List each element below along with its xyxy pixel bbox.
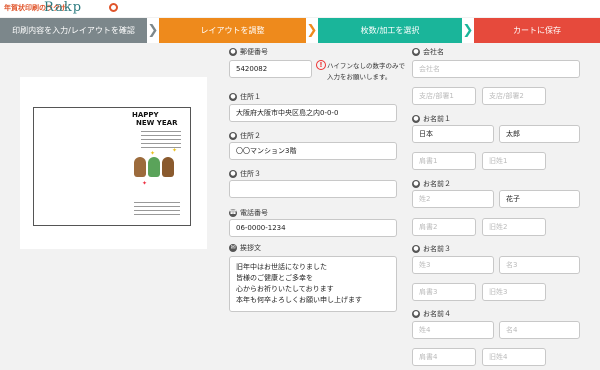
warning-icon: !	[316, 60, 326, 70]
phone-label: ☎ 電話番号	[229, 209, 268, 217]
star-icon: ✦	[142, 180, 148, 187]
step-cart[interactable]: カートに保存	[474, 18, 600, 43]
postal-input[interactable]: 5420082	[229, 60, 312, 78]
name4-oldname-input[interactable]: 旧姓4	[482, 348, 546, 366]
logo[interactable]: Rakp	[44, 0, 82, 15]
name1-last-input[interactable]: 日本	[412, 125, 494, 143]
preview-happy: HAPPY	[132, 111, 159, 119]
star-icon: ✦	[172, 147, 178, 154]
step-arrow-icon: ❯	[306, 18, 318, 43]
greeting-label: ✉ 挨拶文	[229, 244, 261, 252]
address2-input[interactable]: 〇〇マンション3階	[229, 142, 397, 160]
pin-icon: ●	[229, 132, 237, 140]
company-label: ● 会社名	[412, 48, 444, 56]
name3-last-input[interactable]: 姓3	[412, 256, 494, 274]
name4-title-input[interactable]: 肩書4	[412, 348, 476, 366]
monkey-illustration	[162, 157, 174, 177]
name3-oldname-input[interactable]: 旧姓3	[482, 283, 546, 301]
name2-first-input[interactable]: 花子	[499, 190, 580, 208]
logo-circle-icon	[109, 3, 118, 12]
preview-sender-lines	[134, 202, 180, 218]
star-icon: ✦	[150, 150, 156, 157]
greeting-textarea[interactable]: 旧年中はお世話になりました 皆様のご健康とご多幸を 心からお祈りいたしております…	[229, 256, 397, 312]
name1-label: ● お名前１	[412, 115, 451, 123]
monkey-illustration	[148, 157, 160, 177]
company-name-input[interactable]: 会社名	[412, 60, 580, 78]
address3-label: ● 住所３	[229, 170, 261, 178]
pin-icon: ●	[412, 48, 420, 56]
address3-input[interactable]	[229, 180, 397, 198]
branch2-input[interactable]: 支店/部署2	[482, 87, 546, 105]
name1-oldname-input[interactable]: 旧姓1	[482, 152, 546, 170]
step-arrow-icon: ❯	[462, 18, 474, 43]
chat-icon: ✉	[229, 244, 237, 252]
branch1-input[interactable]: 支店/部署1	[412, 87, 476, 105]
preview-new-year: NEW YEAR	[136, 119, 178, 127]
address2-label: ● 住所２	[229, 132, 261, 140]
name1-title-input[interactable]: 肩書1	[412, 152, 476, 170]
pin-icon: ●	[229, 93, 237, 101]
person-icon: ●	[412, 310, 420, 318]
name2-last-input[interactable]: 姓2	[412, 190, 494, 208]
step-progress: 印刷内容を入力/レイアウトを確認 ❯ レイアウトを調整 ❯ 枚数/加工を選択 ❯…	[0, 18, 600, 43]
name2-label: ● お名前２	[412, 180, 451, 188]
name3-label: ● お名前３	[412, 245, 451, 253]
name1-first-input[interactable]: 太郎	[499, 125, 580, 143]
step-quantity[interactable]: 枚数/加工を選択	[318, 18, 462, 43]
step-input[interactable]: 印刷内容を入力/レイアウトを確認	[0, 18, 147, 43]
name4-first-input[interactable]: 名4	[499, 321, 580, 339]
monkey-illustration	[134, 157, 146, 177]
phone-icon: ☎	[229, 209, 237, 217]
postal-label: ● 郵便番号	[229, 48, 268, 56]
address1-label: ● 住所１	[229, 93, 261, 101]
person-icon: ●	[412, 245, 420, 253]
person-icon: ●	[412, 180, 420, 188]
pin-icon: ●	[229, 170, 237, 178]
top-bar: 年賀状印刷のラクポ Rakp	[0, 0, 600, 17]
name4-label: ● お名前４	[412, 310, 451, 318]
phone-input[interactable]: 06-0000-1234	[229, 219, 397, 237]
name2-oldname-input[interactable]: 旧姓2	[482, 218, 546, 236]
person-icon: ●	[412, 115, 420, 123]
name3-title-input[interactable]: 肩書3	[412, 283, 476, 301]
name4-last-input[interactable]: 姓4	[412, 321, 494, 339]
name2-title-input[interactable]: 肩書2	[412, 218, 476, 236]
postal-warning: ハイフンなしの数字のみで入力をお願いします。	[327, 62, 405, 81]
name3-first-input[interactable]: 名3	[499, 256, 580, 274]
step-layout[interactable]: レイアウトを調整	[159, 18, 306, 43]
address1-input[interactable]: 大阪府大阪市中央区島之内0-0-0	[229, 104, 397, 122]
step-arrow-icon: ❯	[147, 18, 159, 43]
pin-icon: ●	[229, 48, 237, 56]
